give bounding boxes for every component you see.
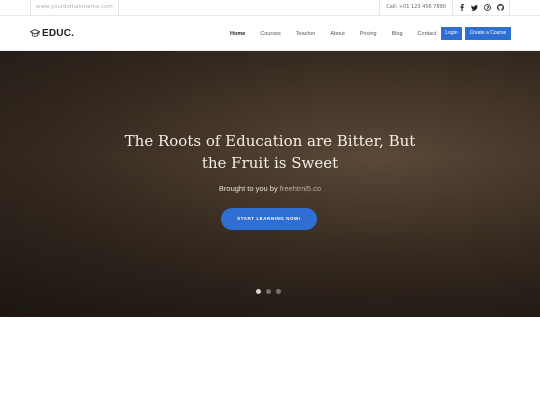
hero-slider: The Roots of Education are Bitter, But t… [0, 51, 540, 317]
main-navbar: EDUC. Home Courses Teacher About Pricing… [0, 16, 540, 51]
slider-dot[interactable] [276, 289, 281, 294]
slider-dot[interactable] [256, 289, 261, 294]
top-bar: www.yourdomainname.com Call: +01 123 456… [0, 0, 540, 16]
nav-item-teacher[interactable]: Teacher [296, 31, 316, 37]
graduation-cap-icon [30, 29, 40, 37]
nav-item-about[interactable]: About [330, 31, 344, 37]
slider-dot[interactable] [266, 289, 271, 294]
social-links [453, 0, 510, 15]
nav-item-blog[interactable]: Blog [392, 31, 403, 37]
hero-credit-link[interactable]: freehtml5.co [280, 184, 321, 193]
nav-item-courses[interactable]: Courses [260, 31, 280, 37]
hero-subtitle-prefix: Brought to you by [218, 184, 280, 193]
hero-title-line-2: the Fruit is Sweet [201, 154, 339, 172]
phone-text: Call: +01 123 456 7890 [379, 0, 453, 15]
nav-menu: Home Courses Teacher About Pricing Blog … [230, 16, 452, 51]
twitter-icon[interactable] [468, 0, 481, 15]
create-course-button[interactable]: Create a Course [465, 27, 511, 40]
hero-title-line-1: The Roots of Education are Bitter, But [124, 132, 416, 150]
start-learning-button[interactable]: START LEARNING NOW! [221, 208, 317, 230]
nav-item-home[interactable]: Home [230, 31, 245, 37]
hero-subtitle: Brought to you by freehtml5.co [120, 184, 420, 193]
login-button[interactable]: Login [441, 27, 462, 40]
logo[interactable]: EDUC. [30, 27, 74, 40]
slider-dots [256, 289, 286, 294]
facebook-icon[interactable] [455, 0, 468, 15]
hero-content: The Roots of Education are Bitter, But t… [0, 51, 540, 317]
github-icon[interactable] [494, 0, 507, 15]
nav-item-pricing[interactable]: Pricing [360, 31, 377, 37]
hero-title: The Roots of Education are Bitter, But t… [70, 130, 470, 174]
logo-text: EDUC. [42, 28, 75, 39]
domain-text: www.yourdomainname.com [30, 0, 119, 15]
top-bar-right: Call: +01 123 456 7890 [379, 0, 510, 15]
nav-item-contact[interactable]: Contact [418, 31, 437, 37]
pinterest-icon[interactable] [481, 0, 494, 15]
